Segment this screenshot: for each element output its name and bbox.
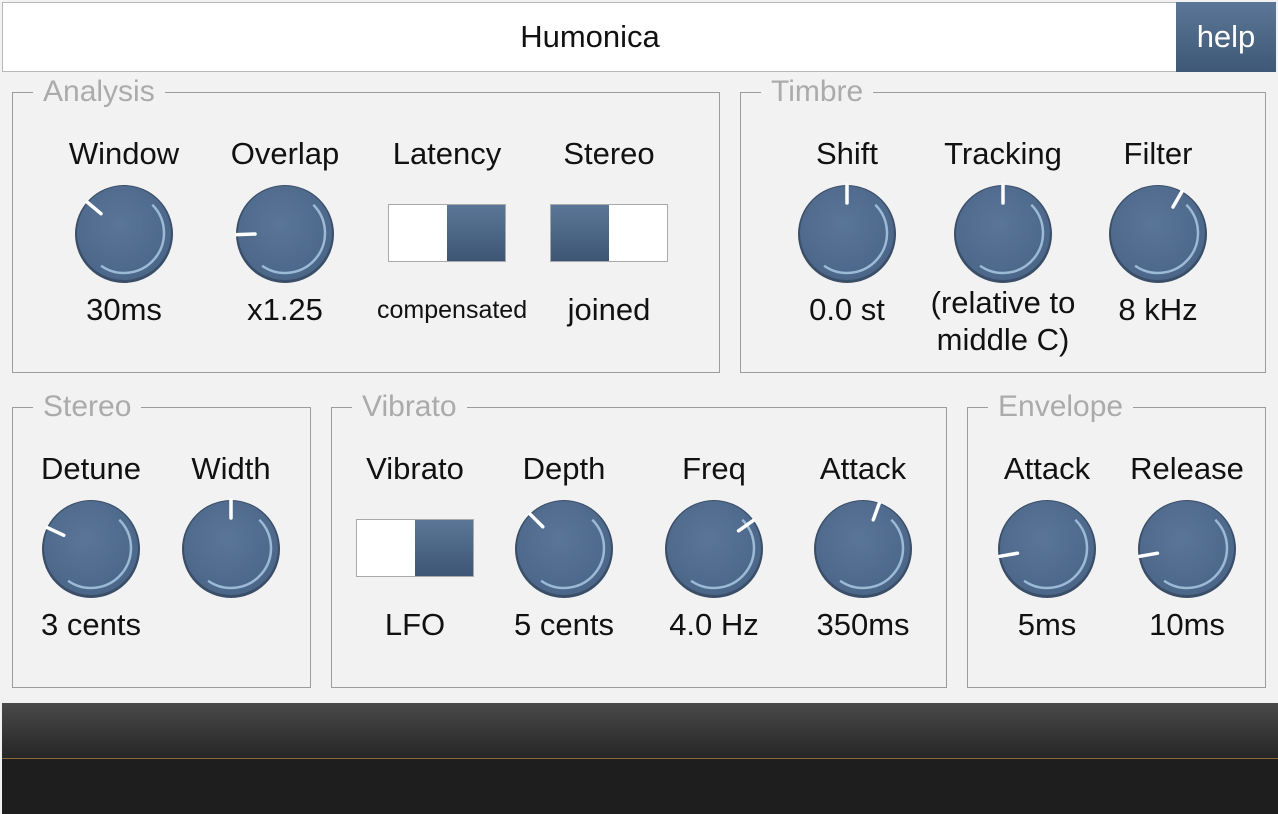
knob-graphic xyxy=(1137,500,1236,598)
knob-graphic xyxy=(997,500,1096,598)
latency-toggle[interactable] xyxy=(388,204,506,262)
vibrato-mode-toggle[interactable] xyxy=(356,519,474,577)
vibrato-attack-knob[interactable] xyxy=(813,498,913,598)
envelope-release-label: Release xyxy=(1130,451,1244,486)
stereo-group: Stereo Detune 3 cents Width xyxy=(12,390,311,688)
detune-control: Detune 3 cents xyxy=(21,451,161,643)
vibrato-mode-toggle-off xyxy=(357,520,415,576)
vibrato-mode-toggle-on xyxy=(415,520,473,576)
tracking-knob[interactable] xyxy=(953,183,1053,283)
analysis-group-title: Analysis xyxy=(33,75,165,109)
timbre-group-title: Timbre xyxy=(761,75,874,109)
shift-value: 0.0 st xyxy=(809,292,885,327)
envelope-attack-label: Attack xyxy=(1003,451,1091,486)
window-value: 30ms xyxy=(86,292,162,327)
freq-value: 4.0 Hz xyxy=(669,607,759,642)
stereo-mode-toggle-on xyxy=(551,205,609,261)
stereo-group-title: Stereo xyxy=(33,390,142,424)
vibrato-mode-control: Vibrato LFO xyxy=(345,451,485,643)
detune-knob[interactable] xyxy=(41,498,141,598)
timbre-group: Timbre Shift 0.0 st Tracking (relative t… xyxy=(740,75,1266,373)
knob-graphic xyxy=(515,500,613,598)
overlap-control: Overlap x1.25 xyxy=(215,136,355,328)
bottom-divider xyxy=(2,758,1278,759)
envelope-release-value: 10ms xyxy=(1149,607,1225,642)
filter-knob[interactable] xyxy=(1108,183,1208,283)
stereo-mode-label: Stereo xyxy=(563,136,655,171)
shift-knob[interactable] xyxy=(797,183,897,283)
vibrato-mode-label: Vibrato xyxy=(366,451,464,486)
knob-graphic xyxy=(42,500,140,598)
stereo-mode-toggle[interactable] xyxy=(550,204,668,262)
depth-control: Depth 5 cents xyxy=(494,451,634,643)
knob-graphic xyxy=(954,183,1052,283)
tracking-value: (relative to middle C) xyxy=(930,285,1076,357)
help-button[interactable]: help xyxy=(1176,2,1276,72)
depth-knob[interactable] xyxy=(514,498,614,598)
knob-graphic xyxy=(814,500,912,598)
analysis-group: Analysis Window 30ms Overlap x1.25 Laten… xyxy=(12,75,720,373)
latency-toggle-on xyxy=(447,205,505,261)
vibrato-mode-value: LFO xyxy=(384,607,446,642)
envelope-group: Envelope Attack 5ms Release 10ms xyxy=(967,390,1266,688)
knob-graphic xyxy=(75,185,173,283)
shift-label: Shift xyxy=(815,136,879,171)
latency-toggle-off xyxy=(389,205,447,261)
overlap-knob[interactable] xyxy=(235,183,335,283)
freq-knob[interactable] xyxy=(664,498,764,598)
envelope-attack-value: 5ms xyxy=(1017,607,1077,642)
envelope-release-knob[interactable] xyxy=(1137,498,1237,598)
width-knob[interactable] xyxy=(181,498,281,598)
knob-body xyxy=(1140,501,1234,595)
tracking-label: Tracking xyxy=(944,136,1062,171)
stereo-mode-toggle-off xyxy=(609,205,667,261)
overlap-value: x1.25 xyxy=(247,292,323,327)
latency-label: Latency xyxy=(392,136,502,171)
freq-label: Freq xyxy=(682,451,746,486)
knob-body xyxy=(1000,501,1094,595)
freq-control: Freq 4.0 Hz xyxy=(644,451,784,643)
detune-value: 3 cents xyxy=(41,607,141,642)
width-label: Width xyxy=(191,451,271,486)
knob-pointer xyxy=(235,232,257,237)
window-label: Window xyxy=(68,136,180,171)
window-control: Window 30ms xyxy=(54,136,194,328)
latency-value: compensated xyxy=(377,296,528,324)
envelope-group-title: Envelope xyxy=(988,390,1134,424)
knob-graphic xyxy=(1109,185,1207,283)
filter-control: Filter 8 kHz xyxy=(1088,136,1228,328)
depth-value: 5 cents xyxy=(514,607,614,642)
knob-body xyxy=(77,186,171,280)
filter-label: Filter xyxy=(1123,136,1193,171)
knob-graphic xyxy=(235,185,334,283)
stereo-mode-value: joined xyxy=(567,292,651,327)
window-knob[interactable] xyxy=(74,183,174,283)
knob-graphic xyxy=(798,183,896,283)
vibrato-attack-value: 350ms xyxy=(816,607,910,642)
vibrato-group-title: Vibrato xyxy=(352,390,467,424)
knob-graphic xyxy=(182,498,280,598)
vibrato-attack-control: Attack 350ms xyxy=(793,451,933,643)
envelope-attack-knob[interactable] xyxy=(997,498,1097,598)
stereo-mode-control: Stereo joined xyxy=(539,136,679,328)
knob-body xyxy=(1111,186,1205,280)
overlap-label: Overlap xyxy=(230,136,340,171)
knob-graphic xyxy=(665,500,763,598)
filter-value: 8 kHz xyxy=(1118,292,1198,327)
app-title: Humonica xyxy=(2,2,1177,72)
knob-body xyxy=(667,501,761,595)
width-control: Width xyxy=(161,451,301,607)
depth-label: Depth xyxy=(522,451,606,486)
envelope-attack-control: Attack 5ms xyxy=(977,451,1117,643)
latency-control: Latency compensated xyxy=(377,136,528,328)
vibrato-group: Vibrato Vibrato LFO Depth 5 cents Freq 4… xyxy=(331,390,947,688)
vibrato-attack-label: Attack xyxy=(819,451,907,486)
envelope-release-control: Release 10ms xyxy=(1117,451,1257,643)
detune-label: Detune xyxy=(41,451,141,486)
tracking-control: Tracking (relative to middle C) xyxy=(921,136,1085,358)
knob-body xyxy=(816,501,910,595)
shift-control: Shift 0.0 st xyxy=(777,136,917,328)
knob-body xyxy=(44,501,138,595)
